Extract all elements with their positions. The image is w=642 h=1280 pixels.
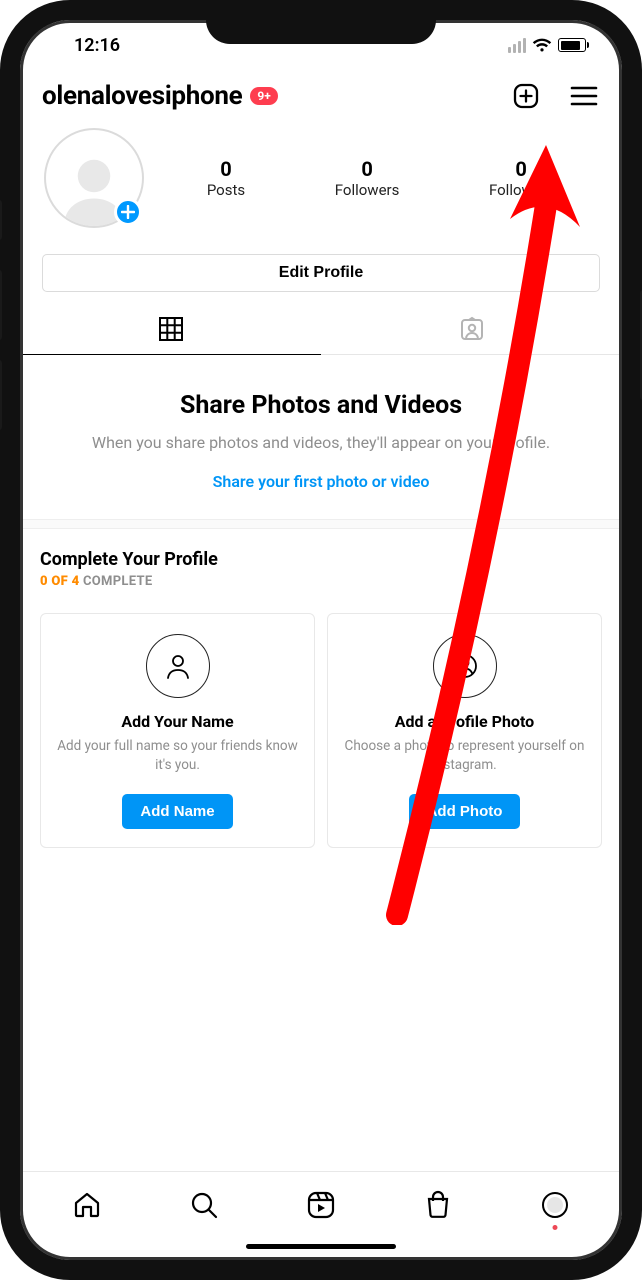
grid-icon — [158, 316, 184, 342]
complete-progress: 0 OF 4 COMPLETE — [40, 574, 602, 589]
tab-grid[interactable] — [20, 304, 321, 355]
nav-shop[interactable] — [413, 1184, 463, 1226]
plus-icon — [121, 205, 135, 219]
battery-icon — [558, 38, 586, 52]
empty-state: Share Photos and Videos When you share p… — [20, 355, 622, 519]
stat-followers[interactable]: 0 Followers — [335, 157, 400, 199]
card-add-photo: Add a Profile Photo Choose a photo to re… — [327, 613, 602, 847]
add-name-button[interactable]: Add Name — [122, 794, 232, 829]
nav-search[interactable] — [179, 1184, 229, 1226]
empty-title: Share Photos and Videos — [54, 391, 588, 420]
avatar[interactable] — [44, 128, 144, 228]
complete-title: Complete Your Profile — [40, 549, 602, 570]
create-button[interactable] — [510, 80, 542, 112]
profile-circle-icon — [540, 1190, 570, 1220]
menu-button[interactable] — [568, 82, 600, 110]
home-indicator — [20, 1232, 622, 1260]
home-icon — [72, 1190, 102, 1220]
search-icon — [189, 1190, 219, 1220]
nav-reels[interactable] — [296, 1184, 346, 1226]
reels-icon — [306, 1190, 336, 1220]
add-photo-button[interactable]: Add Photo — [409, 794, 521, 829]
plus-square-icon — [512, 82, 540, 110]
status-time: 12:16 — [52, 35, 120, 56]
person-icon — [146, 634, 210, 698]
share-first-link[interactable]: Share your first photo or video — [213, 472, 430, 491]
card-desc: Add your full name so your friends know … — [55, 737, 300, 773]
card-add-name: Add Your Name Add your full name so your… — [40, 613, 315, 847]
add-avatar-button[interactable] — [114, 198, 142, 226]
shop-icon — [423, 1190, 453, 1220]
section-divider — [20, 519, 622, 529]
hamburger-icon — [570, 84, 598, 108]
nav-home[interactable] — [62, 1184, 112, 1226]
cellular-icon — [508, 38, 526, 53]
stat-posts[interactable]: 0 Posts — [207, 157, 245, 199]
profile-summary: 0 Posts 0 Followers 0 Following — [20, 122, 622, 238]
card-desc: Choose a photo to represent yourself on … — [342, 737, 587, 773]
profile-tabs — [20, 304, 622, 355]
username[interactable]: olenalovesiphone — [42, 81, 242, 111]
notification-badge: 9+ — [250, 87, 277, 105]
tagged-icon — [459, 316, 485, 342]
profile-photo-icon — [433, 634, 497, 698]
status-bar: 12:16 — [20, 20, 622, 70]
bottom-nav — [20, 1171, 622, 1232]
stat-following[interactable]: 0 Following — [489, 157, 553, 199]
complete-profile-section: Complete Your Profile 0 OF 4 COMPLETE — [20, 529, 622, 597]
empty-subtitle: When you share photos and videos, they'l… — [54, 432, 588, 454]
notification-dot-icon — [553, 1225, 558, 1230]
wifi-icon — [532, 38, 552, 53]
card-title: Add a Profile Photo — [395, 712, 534, 731]
edit-profile-button[interactable]: Edit Profile — [42, 254, 600, 292]
tab-tagged[interactable] — [321, 304, 622, 354]
card-title: Add Your Name — [121, 712, 233, 731]
profile-header: olenalovesiphone 9+ — [20, 70, 622, 122]
nav-profile[interactable] — [530, 1184, 580, 1226]
